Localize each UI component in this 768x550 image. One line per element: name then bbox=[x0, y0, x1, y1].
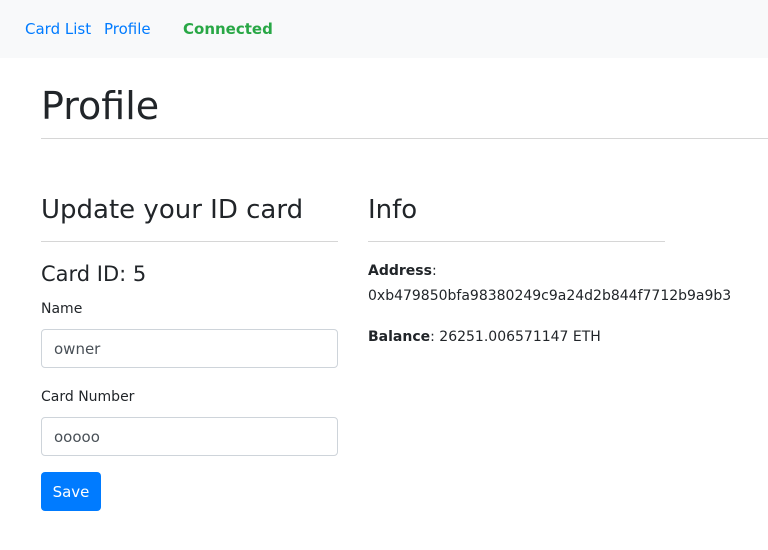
navbar: Card List Profile Connected bbox=[0, 0, 768, 58]
divider bbox=[368, 241, 665, 242]
balance-label: Balance bbox=[368, 329, 431, 345]
address-value: 0xb479850bfa98380249c9a24d2b844f7712b9a9… bbox=[368, 288, 732, 304]
page-title: Profile bbox=[41, 84, 160, 128]
connection-status: Connected bbox=[183, 20, 273, 38]
name-label: Name bbox=[41, 301, 83, 317]
nav-card-list[interactable]: Card List bbox=[25, 20, 91, 38]
nav-profile[interactable]: Profile bbox=[104, 20, 151, 38]
balance-row: Balance: 26251.006571147 ETH bbox=[368, 329, 601, 345]
card-number-label: Card Number bbox=[41, 389, 135, 405]
save-button[interactable]: Save bbox=[41, 472, 101, 511]
divider bbox=[41, 241, 338, 242]
card-id: Card ID: 5 bbox=[41, 262, 147, 286]
info-heading: Info bbox=[368, 195, 418, 225]
address-row: Address: bbox=[368, 263, 437, 279]
name-input[interactable] bbox=[41, 329, 338, 368]
update-heading: Update your ID card bbox=[41, 195, 304, 225]
card-number-input[interactable] bbox=[41, 417, 338, 456]
divider bbox=[41, 138, 768, 139]
balance-value: 26251.006571147 ETH bbox=[439, 329, 601, 345]
address-label: Address bbox=[368, 263, 432, 279]
